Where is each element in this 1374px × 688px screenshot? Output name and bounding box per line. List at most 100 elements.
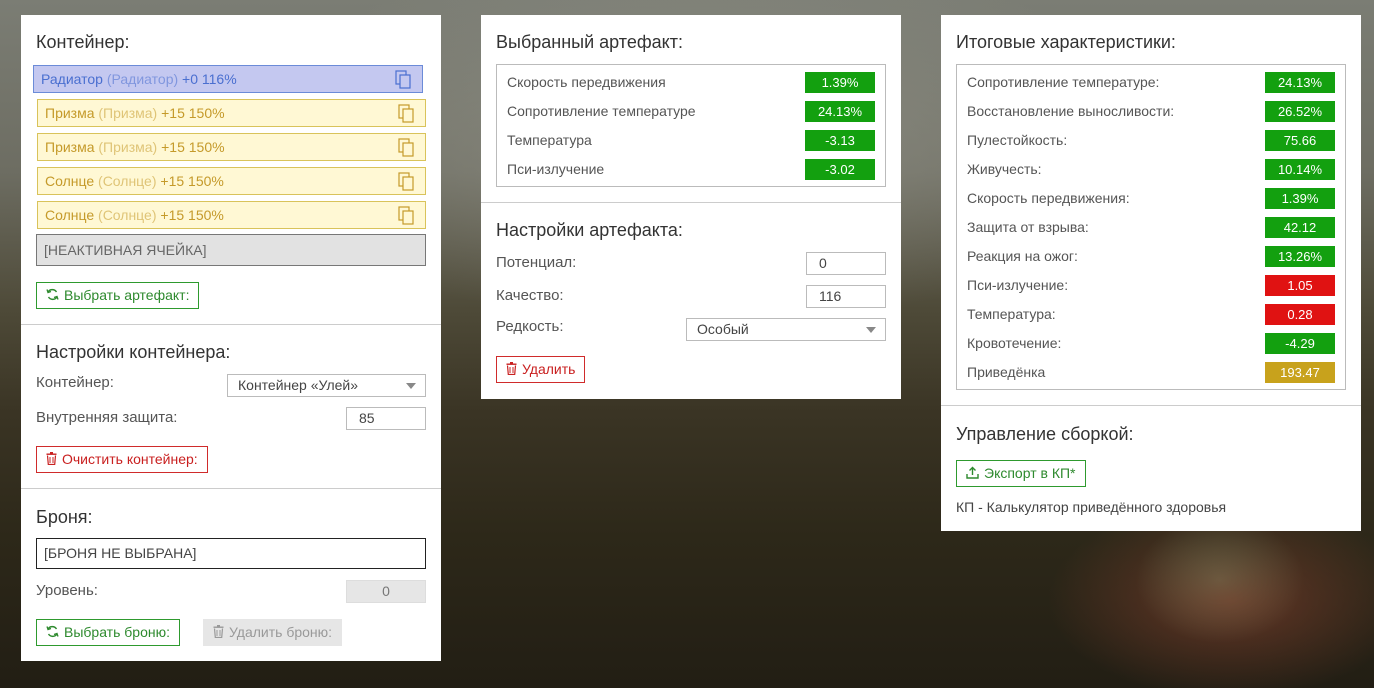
artifact-panel: Выбранный артефакт: Скорость передвижени… (481, 15, 901, 399)
quality-label: Качество: (496, 287, 564, 304)
inner-protection-input[interactable]: 85 (346, 407, 426, 430)
stat-row: Скорость передвижения 1.39% (507, 72, 875, 94)
stat-value: 0.28 (1265, 304, 1335, 325)
armor-level-input: 0 (346, 580, 426, 603)
stat-name: Скорость передвижения: (967, 190, 1130, 206)
stat-value: 1.05 (1265, 275, 1335, 296)
export-button[interactable]: Экспорт в КП* (956, 460, 1086, 487)
choose-artifact-label: Выбрать артефакт: (64, 287, 190, 303)
artifact-settings-title: Настройки артефакта: (496, 220, 683, 240)
totals-title: Итоговые характеристики: (956, 32, 1176, 52)
divider (481, 202, 901, 203)
stat-row: Реакция на ожог: 13.26% (967, 246, 1335, 268)
trash-icon (213, 625, 224, 639)
stat-value: -3.13 (805, 130, 875, 151)
selected-artifact-stats: Скорость передвижения 1.39% Сопротивлени… (496, 64, 886, 187)
slot-artifact-info: +15 150% (161, 139, 225, 155)
stat-value: 24.13% (805, 101, 875, 122)
container-panel: Контейнер: Радиатор (Радиатор) +0 116% П… (21, 15, 441, 661)
stat-value: 10.14% (1265, 159, 1335, 180)
armor-level-label: Уровень: (36, 582, 98, 599)
armor-select[interactable]: [БРОНЯ НЕ ВЫБРАНА] (36, 538, 426, 569)
copy-icon[interactable] (395, 70, 412, 89)
totals-stats: Сопротивление температуре: 24.13% Восстан… (956, 64, 1346, 390)
inner-protection-label: Внутренняя защита: (36, 409, 178, 426)
stat-name: Пулестойкость: (967, 132, 1068, 148)
stat-row: Пулестойкость: 75.66 (967, 130, 1335, 152)
refresh-icon (46, 289, 59, 301)
container-slot-inactive: [НЕАКТИВНАЯ ЯЧЕЙКА] (36, 234, 426, 266)
stat-value: 24.13% (1265, 72, 1335, 93)
stat-name: Защита от взрыва: (967, 219, 1089, 235)
slot-artifact-alt: (Призма) (98, 139, 158, 155)
container-slot-3[interactable]: Призма (Призма) +15 150% (37, 133, 426, 161)
stat-value: 26.52% (1265, 101, 1335, 122)
stat-name: Пси-излучение: (967, 277, 1069, 293)
clear-container-button[interactable]: Очистить контейнер: (36, 446, 208, 473)
trash-icon (506, 362, 517, 376)
stat-row: Восстановление выносливости: 26.52% (967, 101, 1335, 123)
stat-value: -3.02 (805, 159, 875, 180)
copy-icon[interactable] (398, 206, 415, 225)
stat-row: Приведёнка 193.47 (967, 362, 1335, 384)
stat-name: Температура (507, 132, 592, 148)
stat-row: Пси-излучение -3.02 (507, 159, 875, 181)
slot-artifact-name: Солнце (45, 207, 95, 223)
container-title: Контейнер: (36, 32, 130, 52)
potential-input[interactable]: 0 (806, 252, 886, 275)
upload-icon (966, 466, 979, 479)
copy-icon[interactable] (398, 138, 415, 157)
stat-name: Живучесть: (967, 161, 1042, 177)
copy-icon[interactable] (398, 172, 415, 191)
slot-artifact-info: +15 150% (160, 207, 224, 223)
selected-artifact-title: Выбранный артефакт: (496, 32, 683, 52)
slot-artifact-alt: (Призма) (98, 105, 158, 121)
container-slot-2[interactable]: Призма (Призма) +15 150% (37, 99, 426, 127)
rarity-select[interactable]: Особый (686, 318, 886, 341)
slot-artifact-info: +15 150% (160, 173, 224, 189)
quality-input[interactable]: 116 (806, 285, 886, 308)
remove-armor-label: Удалить броню: (229, 624, 333, 640)
rarity-label: Редкость: (496, 318, 564, 335)
container-type-label: Контейнер: (36, 374, 114, 391)
stat-name: Скорость передвижения (507, 74, 666, 90)
container-slot-1[interactable]: Радиатор (Радиатор) +0 116% (33, 65, 423, 93)
stat-value: 42.12 (1265, 217, 1335, 238)
slot-artifact-name: Призма (45, 139, 95, 155)
stat-row: Защита от взрыва: 42.12 (967, 217, 1335, 239)
container-type-select[interactable]: Контейнер «Улей» (227, 374, 426, 397)
stat-value: 1.39% (805, 72, 875, 93)
divider (21, 324, 441, 325)
export-label: Экспорт в КП* (984, 465, 1076, 481)
stat-value: 13.26% (1265, 246, 1335, 267)
choose-artifact-button[interactable]: Выбрать артефакт: (36, 282, 200, 309)
rarity-value: Особый (697, 321, 749, 337)
stat-row: Пси-излучение: 1.05 (967, 275, 1335, 297)
refresh-icon (46, 626, 59, 638)
stat-row: Сопротивление температуре: 24.13% (967, 72, 1335, 94)
stat-name: Пси-излучение (507, 161, 605, 177)
slot-artifact-alt: (Солнце) (98, 207, 157, 223)
stat-name: Сопротивление температуре: (967, 74, 1160, 90)
stat-row: Температура -3.13 (507, 130, 875, 152)
container-slot-4[interactable]: Солнце (Солнце) +15 150% (37, 167, 426, 195)
container-slot-5[interactable]: Солнце (Солнце) +15 150% (37, 201, 426, 229)
choose-armor-button[interactable]: Выбрать броню: (36, 619, 180, 646)
copy-icon[interactable] (398, 104, 415, 123)
stat-row: Температура: 0.28 (967, 304, 1335, 326)
build-note: КП - Калькулятор приведённого здоровья (956, 499, 1227, 515)
slot-artifact-name: Радиатор (41, 71, 103, 87)
inactive-slot-label: [НЕАКТИВНАЯ ЯЧЕЙКА] (44, 242, 207, 258)
stat-name: Восстановление выносливости: (967, 103, 1175, 119)
stat-name: Кровотечение: (967, 335, 1062, 351)
stat-row: Сопротивление температуре 24.13% (507, 101, 875, 123)
build-management-title: Управление сборкой: (956, 424, 1134, 444)
delete-artifact-label: Удалить (522, 361, 576, 377)
stat-name: Приведёнка (967, 364, 1046, 380)
stat-value: 75.66 (1265, 130, 1335, 151)
delete-artifact-button[interactable]: Удалить (496, 356, 586, 383)
armor-title: Броня: (36, 507, 93, 527)
divider (21, 488, 441, 489)
container-type-value: Контейнер «Улей» (238, 377, 359, 393)
stat-row: Живучесть: 10.14% (967, 159, 1335, 181)
